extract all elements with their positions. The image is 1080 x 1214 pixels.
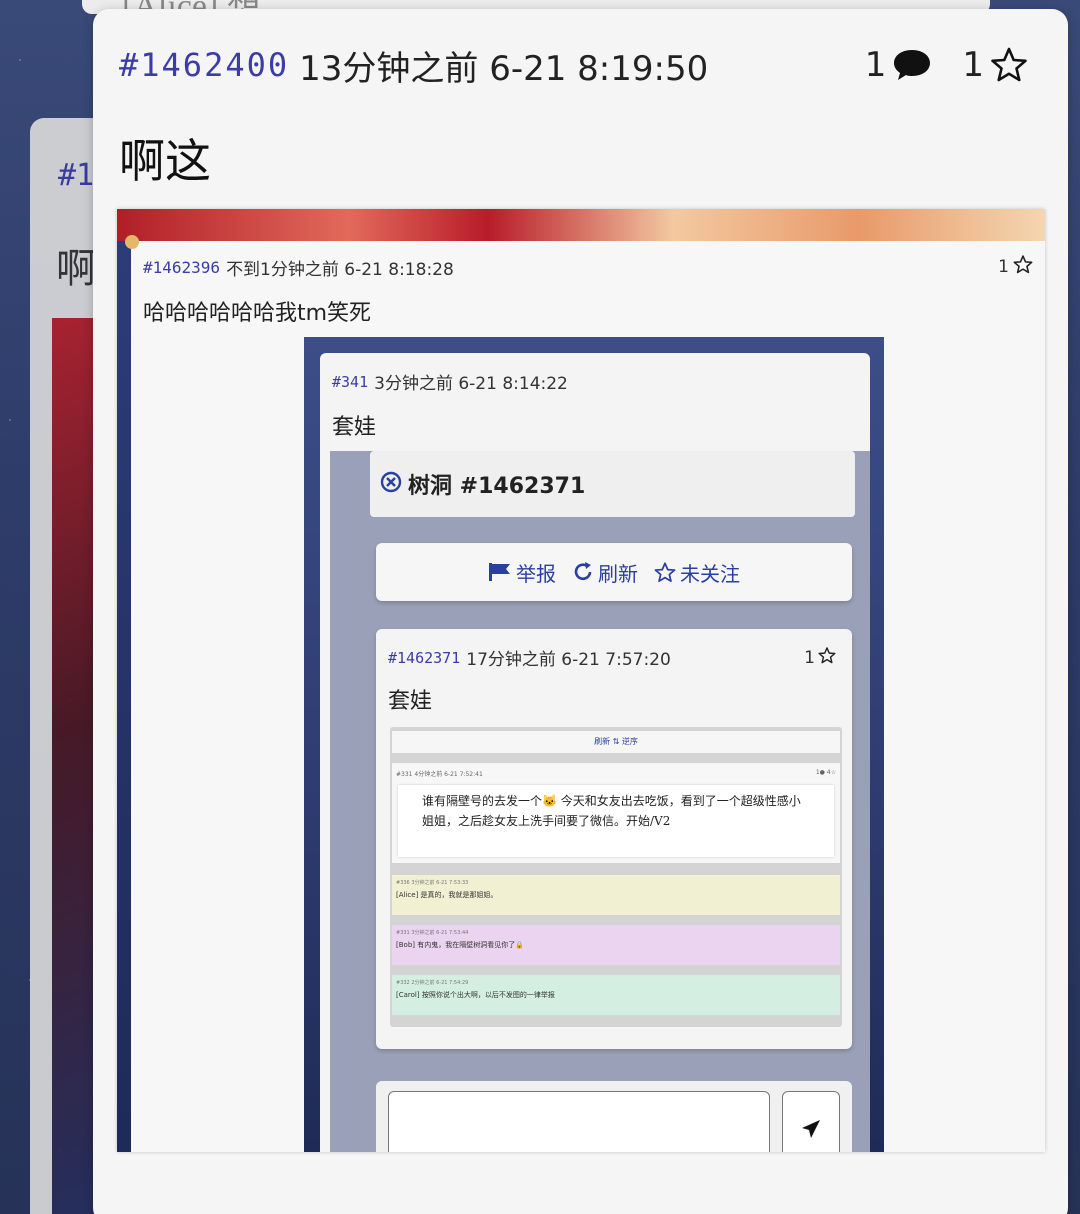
post-card[interactable]: #1462400 13分钟之前 6-21 8:19:50 1 1 啊这 #146… bbox=[93, 9, 1068, 1214]
hole-title-bar: 树洞 #1462371 bbox=[370, 451, 855, 517]
deep-post-stats: 1● 4☆ bbox=[815, 769, 836, 776]
post-image[interactable]: #1462396 不到1分钟之前 6-21 8:18:28 1 哈哈哈哈哈哈我t… bbox=[117, 209, 1045, 1152]
nested-post-time: 3分钟之前 6-21 8:14:22 bbox=[374, 374, 568, 394]
image-corner-dot bbox=[125, 235, 139, 249]
deep-reply: #331 3分钟之前 6-21 7:53:44 [Bob] 有内鬼，我在隔壁树洞… bbox=[392, 925, 840, 965]
star-icon bbox=[1013, 255, 1033, 279]
hole-actions-bar: 举报 刷新 未关注 bbox=[376, 543, 852, 601]
image-post-pid: #1462396 bbox=[143, 257, 221, 277]
image-banner-art bbox=[117, 209, 1045, 241]
hole-post-text: 套娃 bbox=[388, 689, 433, 714]
image-post-stars: 1 bbox=[998, 255, 1033, 279]
deep-post-quote: 谁有隔壁号的去发一个🐱 今天和女友出去吃饭，看到了一个超级性感小姐姐，之后趁女友… bbox=[398, 785, 834, 857]
flag-icon bbox=[488, 562, 512, 582]
background-post-pid: #1 bbox=[58, 158, 95, 193]
star-count-value: 1 bbox=[962, 45, 984, 85]
post-stats: 1 1 bbox=[865, 45, 1028, 85]
send-icon bbox=[800, 1118, 822, 1144]
report-label: 举报 bbox=[516, 561, 556, 586]
nested-reply-input bbox=[388, 1091, 770, 1152]
post-time: 13分钟之前 6-21 8:19:50 bbox=[299, 48, 709, 89]
deep-reply-text: [Bob] 有内鬼，我在隔壁树洞看见你了🔒 bbox=[396, 941, 524, 949]
close-icon bbox=[380, 471, 402, 497]
refresh-label: 刷新 bbox=[598, 561, 638, 586]
nested-send-button bbox=[782, 1091, 840, 1152]
image-post-header: #1462396 不到1分钟之前 6-21 8:18:28 1 bbox=[143, 255, 1033, 280]
comment-icon bbox=[892, 47, 932, 83]
image-post-time: 不到1分钟之前 6-21 8:18:28 bbox=[226, 259, 454, 280]
background-post-text: 啊 bbox=[56, 246, 96, 292]
nested-post-text: 套娃 bbox=[332, 415, 377, 440]
star-count[interactable]: 1 bbox=[962, 45, 1028, 85]
report-action: 举报 bbox=[488, 558, 556, 587]
star-icon bbox=[818, 646, 836, 669]
follow-action: 未关注 bbox=[654, 558, 740, 587]
hole-post-pid: #1462371 bbox=[388, 648, 461, 667]
nested-reply-box bbox=[376, 1081, 852, 1152]
hole-post-star-count: 1 bbox=[804, 647, 815, 668]
deep-reply-text: [Alice] 是真的，我就是那姐姐。 bbox=[396, 891, 498, 899]
hole-post-header: #1462371 17分钟之前 6-21 7:57:20 1 bbox=[388, 645, 836, 670]
nested-dialog-layer: 树洞 #1462371 举报 刷新 未关注 #1462371 17分钟之前 6-… bbox=[330, 451, 870, 1152]
hole-post-card: #1462371 17分钟之前 6-21 7:57:20 1 套娃 刷新 ⇅ 逆… bbox=[376, 629, 852, 1049]
deep-reply-meta: #332 2分钟之前 6-21 7:54:29 bbox=[396, 980, 469, 986]
post-header: #1462400 13分钟之前 6-21 8:19:50 1 1 bbox=[119, 43, 1028, 89]
follow-label: 未关注 bbox=[680, 561, 740, 586]
reply-count[interactable]: 1 bbox=[865, 45, 933, 85]
refresh-icon bbox=[572, 561, 594, 583]
image-left-strip bbox=[117, 241, 131, 1152]
nested-post-card: #341 3分钟之前 6-21 8:14:22 套娃 树洞 #1462371 举… bbox=[320, 353, 870, 1152]
star-icon bbox=[654, 561, 676, 583]
deep-toolbar: 刷新 ⇅ 逆序 bbox=[392, 731, 840, 753]
deep-reply-meta: #331 3分钟之前 6-21 7:53:44 bbox=[396, 930, 469, 936]
deep-reply-text: [Carol] 按照你说个出大啊，以后不发图的一律举报 bbox=[396, 991, 555, 999]
deep-reply: #332 2分钟之前 6-21 7:54:29 [Carol] 按照你说个出大啊… bbox=[392, 975, 840, 1015]
deep-post-meta: #331 4分钟之前 6-21 7:52:41 bbox=[396, 771, 483, 778]
post-pid[interactable]: #1462400 bbox=[119, 46, 289, 84]
post-text: 啊这 bbox=[119, 134, 211, 188]
deep-post: #331 4分钟之前 6-21 7:52:41 1● 4☆ 谁有隔壁号的去发一个… bbox=[392, 763, 840, 863]
hole-title: 树洞 #1462371 bbox=[408, 474, 586, 499]
nested-post-pid: #341 bbox=[332, 372, 369, 391]
reply-count-value: 1 bbox=[864, 45, 887, 85]
deep-nested-screenshot: 刷新 ⇅ 逆序 #331 4分钟之前 6-21 7:52:41 1● 4☆ 谁有… bbox=[390, 727, 842, 1027]
nested-screenshot: #341 3分钟之前 6-21 8:14:22 套娃 树洞 #1462371 举… bbox=[304, 337, 884, 1152]
refresh-action: 刷新 bbox=[572, 558, 638, 587]
hole-post-stars: 1 bbox=[804, 646, 836, 669]
deep-reply-meta: #336 3分钟之前 6-21 7:53:33 bbox=[396, 880, 469, 886]
image-post-text: 哈哈哈哈哈哈我tm笑死 bbox=[143, 301, 372, 326]
hole-post-time: 17分钟之前 6-21 7:57:20 bbox=[466, 650, 671, 670]
star-icon bbox=[990, 47, 1028, 83]
image-star-count: 1 bbox=[998, 257, 1009, 277]
deep-reply: #336 3分钟之前 6-21 7:53:33 [Alice] 是真的，我就是那… bbox=[392, 875, 840, 915]
nested-post-header: #341 3分钟之前 6-21 8:14:22 bbox=[332, 369, 568, 395]
